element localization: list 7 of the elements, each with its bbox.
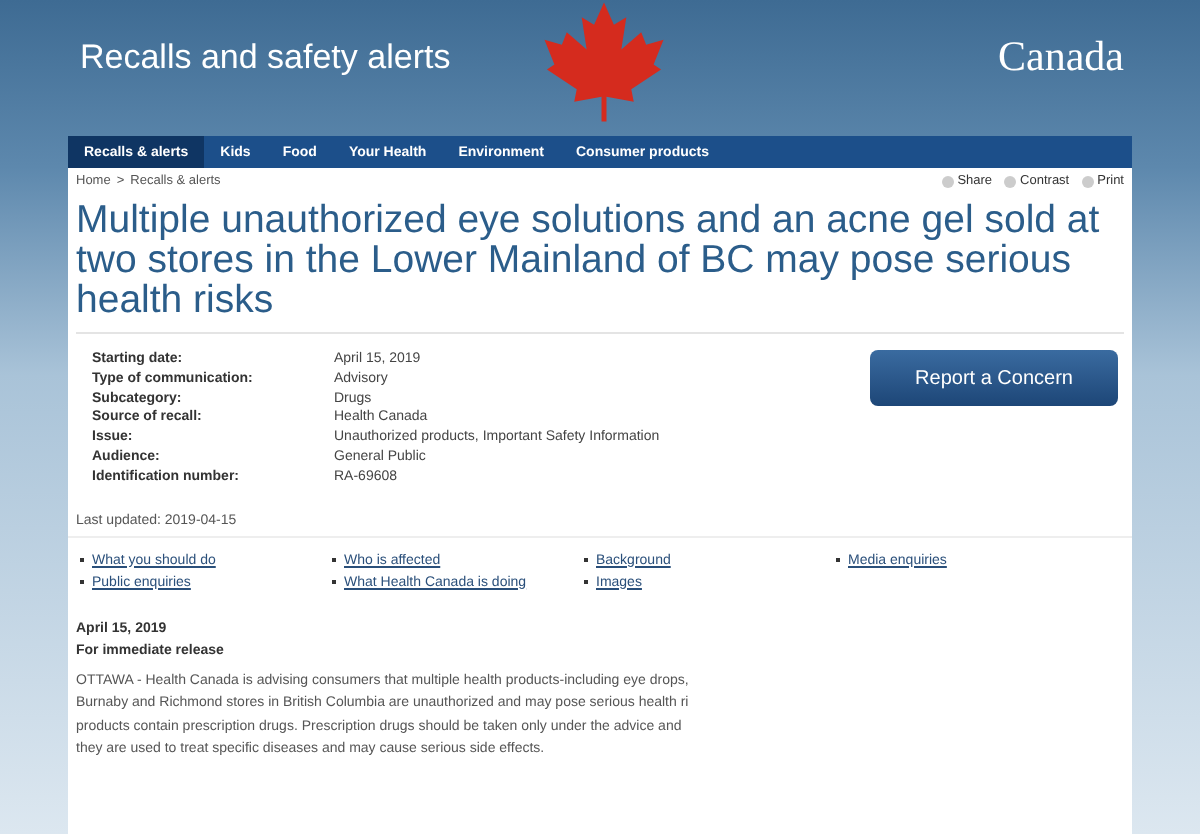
tool-icon — [1004, 175, 1017, 187]
site-title: Recalls and safety alerts — [80, 38, 451, 78]
page-heading: Multiple unauthorized eye solutions and an acne gel sold at two stores in the Lower Mainland of BC may pose serious health risks — [76, 200, 1102, 320]
report-concern-button[interactable]: Report a Concern — [870, 350, 1118, 406]
tool-icon — [941, 175, 954, 187]
canada-wordmark: Canada — [998, 31, 1124, 81]
tool-icon — [1081, 175, 1094, 187]
